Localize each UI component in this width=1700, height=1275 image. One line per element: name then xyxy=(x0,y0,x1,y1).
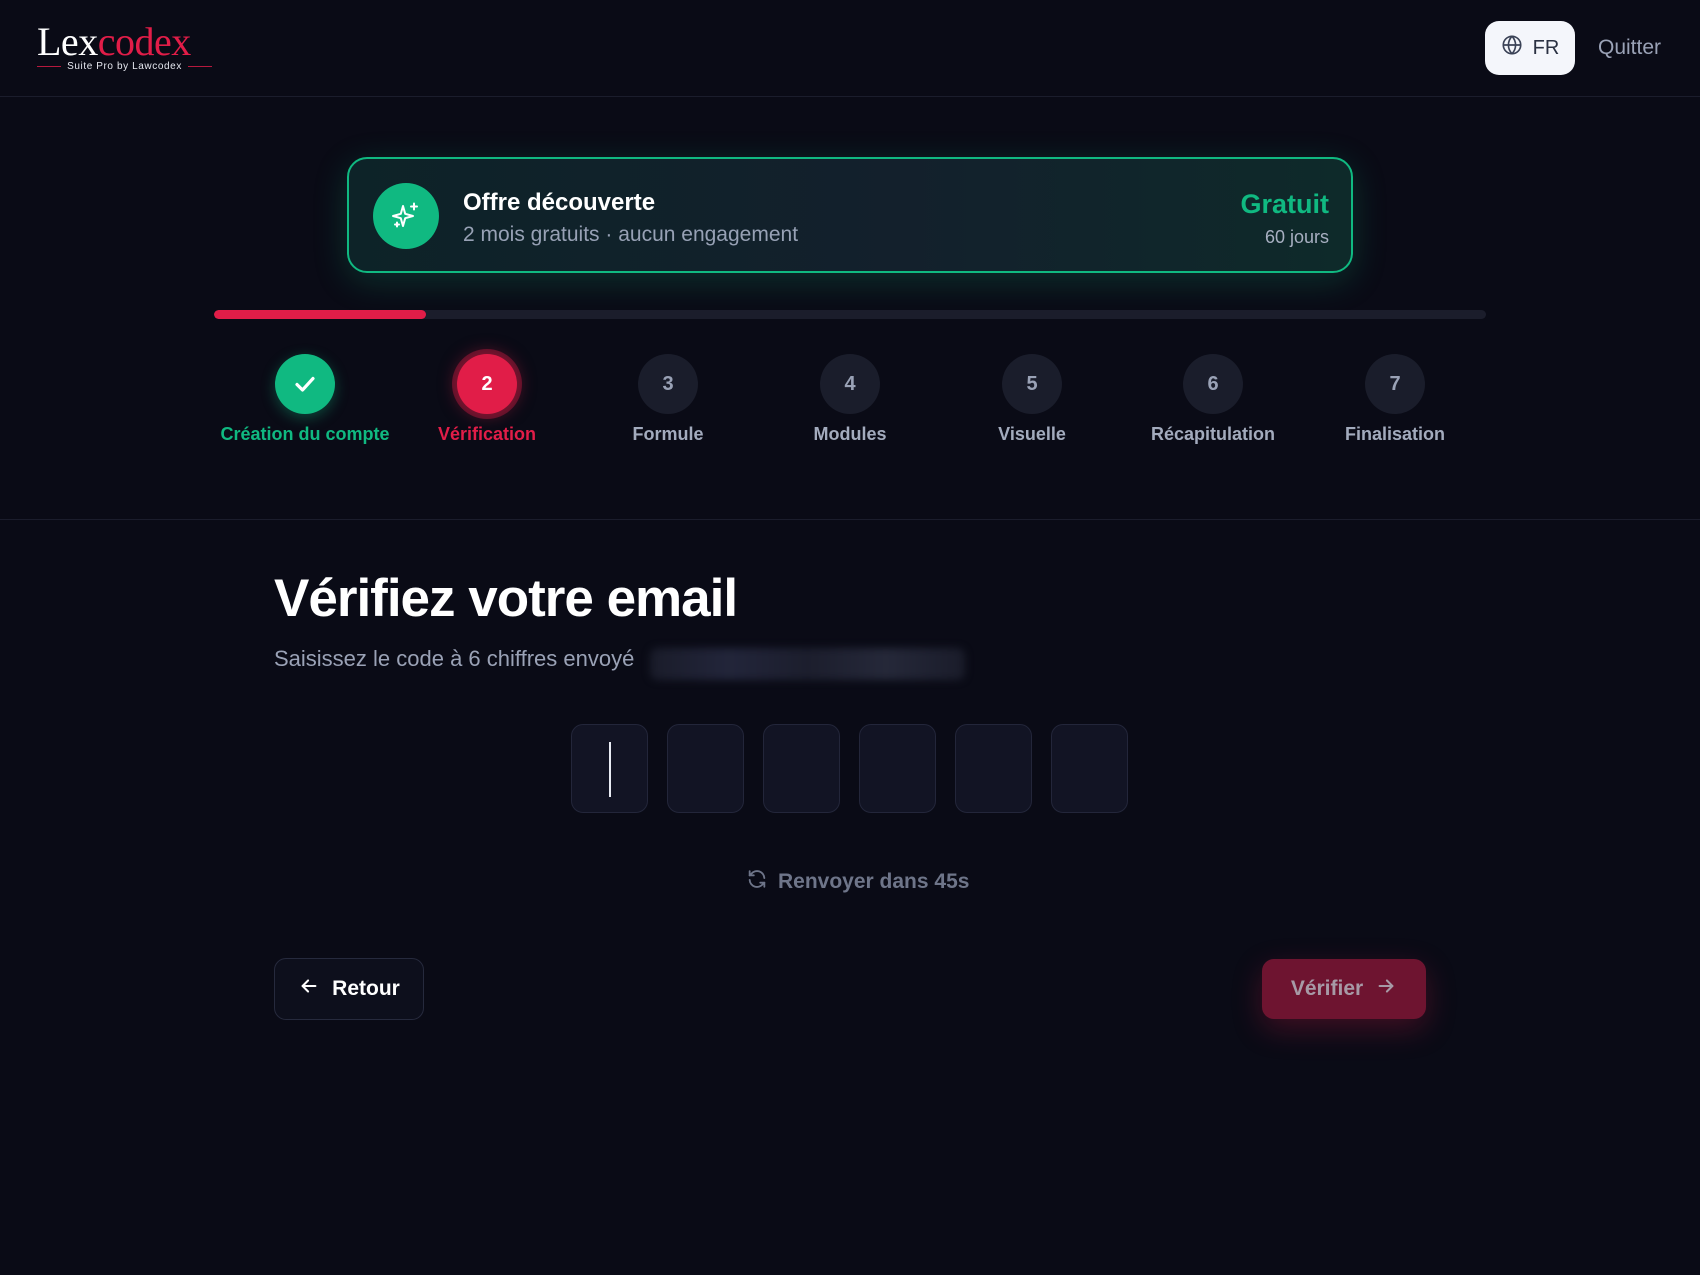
page-title: Vérifiez votre email xyxy=(274,569,738,628)
step-recapitulation: 6 Récapitulation xyxy=(1113,354,1313,454)
step-label: Finalisation xyxy=(1344,424,1445,444)
resend-label: Renvoyer dans 45s xyxy=(778,870,970,893)
step-visuelle: 5 Visuelle xyxy=(932,354,1132,454)
language-label: FR xyxy=(1532,36,1560,59)
step-circle xyxy=(275,354,335,414)
code-digit-5[interactable] xyxy=(955,724,1032,813)
logo-part-codex: codex xyxy=(97,19,192,64)
step-label: Modules xyxy=(813,424,887,444)
logo: Lexcodex Suite Pro by Lawcodex xyxy=(37,22,215,72)
step-label: Récapitulation xyxy=(1150,424,1275,444)
code-digit-6[interactable] xyxy=(1051,724,1128,813)
step-formule: 3 Formule xyxy=(568,354,768,454)
top-header: Lexcodex Suite Pro by Lawcodex FR Quitte… xyxy=(0,0,1700,97)
code-digit-4[interactable] xyxy=(859,724,936,813)
step-circle: 7 xyxy=(1365,354,1425,414)
resend-code-link[interactable]: Renvoyer dans 45s xyxy=(746,868,969,896)
globe-icon xyxy=(1501,34,1523,62)
logo-wordmark: Lexcodex xyxy=(37,22,215,62)
refresh-icon xyxy=(746,868,768,896)
step-circle: 2 xyxy=(457,354,517,414)
back-label: Retour xyxy=(332,977,400,1000)
code-digit-2[interactable] xyxy=(667,724,744,813)
logo-rule-right xyxy=(187,65,213,67)
step-circle: 4 xyxy=(820,354,880,414)
offer-price: Gratuit xyxy=(1240,189,1329,219)
progress-bar xyxy=(214,310,1486,319)
redacted-email xyxy=(650,648,965,680)
verify-label: Vérifier xyxy=(1290,977,1364,1000)
step-creation-du-compte: Création du compte xyxy=(205,354,405,454)
section-divider xyxy=(0,519,1700,520)
arrow-right-icon xyxy=(1375,975,1397,1003)
step-circle: 5 xyxy=(1002,354,1062,414)
offer-duration: 60 jours xyxy=(1264,227,1329,247)
code-digit-1[interactable] xyxy=(571,724,648,813)
step-label: Visuelle xyxy=(998,424,1066,444)
quit-link[interactable]: Quitter xyxy=(1598,36,1661,60)
offer-title: Offre découverte xyxy=(463,189,656,216)
offer-subtitle: 2 mois gratuits · aucun engagement xyxy=(463,223,799,246)
onboarding-page: Lexcodex Suite Pro by Lawcodex FR Quitte… xyxy=(0,0,1700,1275)
step-circle: 3 xyxy=(638,354,698,414)
logo-rule-left xyxy=(37,65,62,67)
step-label: Vérification xyxy=(437,424,537,444)
arrow-left-icon xyxy=(298,975,320,1003)
step-circle: 6 xyxy=(1183,354,1243,414)
logo-part-lex: Lex xyxy=(37,19,98,64)
page-subtitle: Saisissez le code à 6 chiffres envoyé xyxy=(274,646,635,671)
step-modules: 4 Modules xyxy=(750,354,950,454)
offer-card: Offre découverte 2 mois gratuits · aucun… xyxy=(347,157,1353,273)
sparkles-icon xyxy=(373,183,439,249)
back-button[interactable]: Retour xyxy=(274,958,424,1020)
progress-fill xyxy=(214,310,427,319)
step-label: Formule xyxy=(632,424,704,444)
code-digit-3[interactable] xyxy=(763,724,840,813)
language-button[interactable]: FR xyxy=(1485,21,1575,75)
step-verification: 2 Vérification xyxy=(387,354,587,454)
step-finalisation: 7 Finalisation xyxy=(1295,354,1495,454)
text-caret xyxy=(609,742,611,797)
logo-tagline: Suite Pro by Lawcodex xyxy=(67,60,182,72)
step-label: Création du compte xyxy=(220,424,390,444)
check-icon xyxy=(295,376,315,392)
verify-button[interactable]: Vérifier xyxy=(1262,959,1426,1019)
logo-tagline-row: Suite Pro by Lawcodex xyxy=(37,59,213,73)
